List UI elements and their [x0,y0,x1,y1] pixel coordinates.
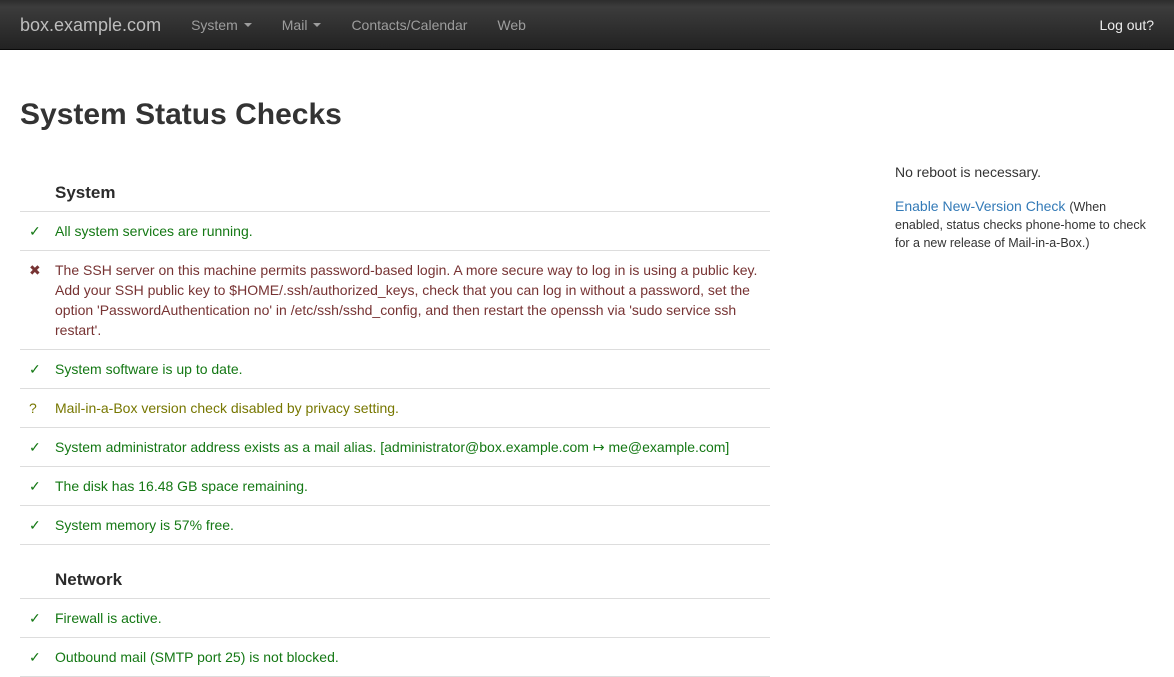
status-check-text: Mail-in-a-Box version check disabled by … [55,389,770,428]
navbar: box.example.com SystemMailContacts/Calen… [0,0,1174,50]
check-icon: ✓ [20,350,55,389]
navbar-menu: SystemMailContacts/CalendarWeb [176,0,541,49]
nav-item-web[interactable]: Web [482,0,541,49]
status-check-row: ✖The SSH server on this machine permits … [20,251,770,350]
check-icon: ✓ [20,467,55,506]
status-check-text: The SSH server on this machine permits p… [55,251,770,350]
nav-item-mail[interactable]: Mail [267,0,337,49]
check-icon: ✓ [20,506,55,545]
nav-item-system[interactable]: System [176,0,267,49]
status-check-row: ✓System memory is 57% free. [20,506,770,545]
navbar-brand[interactable]: box.example.com [0,0,176,49]
section-heading-spacer [20,545,55,599]
section-heading-label: Network [55,545,770,599]
status-checks-table: System✓All system services are running.✖… [20,158,770,677]
status-check-row: ✓Outbound mail (SMTP port 25) is not blo… [20,638,770,677]
status-check-row: ✓All system services are running. [20,212,770,251]
status-check-row: ?Mail-in-a-Box version check disabled by… [20,389,770,428]
status-check-row: ✓System administrator address exists as … [20,428,770,467]
status-check-text: All system services are running. [55,212,770,251]
status-checks-body: System✓All system services are running.✖… [20,158,770,677]
side-panel: No reboot is necessary. Enable New-Versi… [895,162,1153,252]
caret-down-icon [244,23,252,27]
check-icon: ✓ [20,599,55,638]
version-check-block: Enable New-Version Check (When enabled, … [895,196,1153,252]
nav-item-contacts-calendar[interactable]: Contacts/Calendar [336,0,482,49]
x-icon: ✖ [20,251,55,350]
section-heading-row-system: System [20,158,770,212]
check-icon: ✓ [20,212,55,251]
section-heading-label: System [55,158,770,212]
reboot-status: No reboot is necessary. [895,162,1153,182]
enable-version-check-link[interactable]: Enable New-Version Check [895,196,1065,216]
status-check-text: The disk has 16.48 GB space remaining. [55,467,770,506]
check-icon: ✓ [20,638,55,677]
section-heading-spacer [20,158,55,212]
check-icon: ✓ [20,428,55,467]
status-check-row: ✓Firewall is active. [20,599,770,638]
question-icon: ? [20,389,55,428]
status-check-text: System administrator address exists as a… [55,428,770,467]
status-check-text: Outbound mail (SMTP port 25) is not bloc… [55,638,770,677]
status-check-text: System memory is 57% free. [55,506,770,545]
logout-link[interactable]: Log out? [1085,0,1174,49]
status-check-row: ✓The disk has 16.48 GB space remaining. [20,467,770,506]
status-check-text: System software is up to date. [55,350,770,389]
page-title: System Status Checks [20,98,342,131]
caret-down-icon [313,23,321,27]
status-check-row: ✓System software is up to date. [20,350,770,389]
section-heading-row-network: Network [20,545,770,599]
status-check-text: Firewall is active. [55,599,770,638]
